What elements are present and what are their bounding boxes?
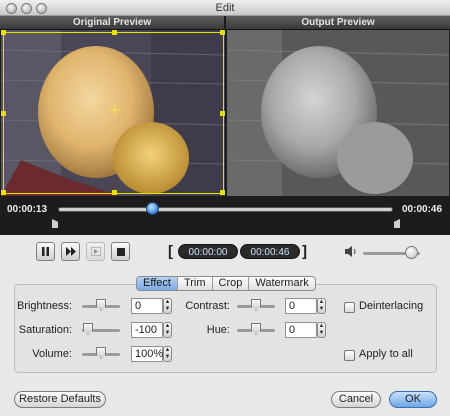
output-preview-image: [227, 30, 449, 196]
original-preview-image: [1, 30, 225, 196]
saturation-field[interactable]: -100: [131, 322, 163, 338]
tab-trim[interactable]: Trim: [178, 277, 213, 290]
apply-to-all-checkbox[interactable]: [344, 350, 355, 361]
original-preview-header: Original Preview: [0, 16, 224, 30]
volume-slider-knob[interactable]: [405, 246, 418, 259]
crop-handle-top[interactable]: [112, 30, 117, 35]
crop-handle-top-left[interactable]: [1, 30, 6, 35]
hue-label: Hue:: [206, 324, 230, 336]
stop-icon: [116, 247, 125, 256]
preview-area: Original Preview Output Preview 00:00:13…: [0, 16, 450, 235]
crop-handle-top-right[interactable]: [220, 30, 225, 35]
crop-handle-bottom[interactable]: [112, 190, 117, 195]
total-time: 00:00:46: [402, 204, 443, 215]
crop-handle-bottom-left[interactable]: [1, 190, 6, 195]
timeline-scrubber[interactable]: [58, 207, 393, 212]
fast-forward-button[interactable]: [61, 242, 80, 261]
set-end-button[interactable]: ]: [302, 243, 307, 260]
current-time: 00:00:13: [7, 204, 48, 215]
saturation-label: Saturation:: [18, 324, 72, 336]
brightness-label: Brightness:: [16, 300, 72, 312]
contrast-stepper[interactable]: ▲ ▼: [317, 298, 326, 314]
volume-field[interactable]: 100%: [131, 346, 163, 362]
apply-to-all-label: Apply to all: [359, 348, 413, 360]
volume-icon: [345, 246, 356, 257]
timeline-playhead[interactable]: [145, 202, 159, 215]
end-time-field[interactable]: 00:00:46: [240, 244, 300, 259]
start-time-field[interactable]: 00:00:00: [178, 244, 238, 259]
crop-handle-bottom-right[interactable]: [220, 190, 225, 195]
pause-icon: [42, 247, 49, 256]
output-preview-photo: [227, 30, 449, 196]
next-frame-button[interactable]: [86, 242, 105, 261]
contrast-label: Contrast:: [185, 300, 230, 312]
tab-effect[interactable]: Effect: [137, 277, 178, 290]
restore-defaults-button[interactable]: Restore Defaults: [14, 391, 106, 408]
tab-watermark[interactable]: Watermark: [249, 277, 314, 290]
crop-rectangle[interactable]: [1, 30, 225, 195]
cancel-button[interactable]: Cancel: [331, 391, 381, 408]
crop-handle-left[interactable]: [1, 111, 6, 116]
contrast-field[interactable]: 0: [285, 298, 317, 314]
window-titlebar: Edit: [0, 0, 450, 16]
fast-forward-icon: [65, 247, 76, 256]
pause-button[interactable]: [36, 242, 55, 261]
set-start-button[interactable]: [: [168, 243, 173, 260]
deinterlacing-checkbox[interactable]: [344, 302, 355, 313]
crop-handle-right[interactable]: [220, 111, 225, 116]
output-preview-header: Output Preview: [226, 16, 450, 30]
brightness-field[interactable]: 0: [131, 298, 163, 314]
hue-stepper[interactable]: ▲ ▼: [317, 322, 326, 338]
volume-label: Volume:: [32, 348, 72, 360]
volume-stepper[interactable]: ▲ ▼: [163, 346, 172, 362]
ok-button[interactable]: OK: [389, 391, 437, 408]
window-title: Edit: [215, 2, 235, 14]
deinterlacing-label: Deinterlacing: [359, 300, 424, 312]
hue-field[interactable]: 0: [285, 322, 317, 338]
tab-crop[interactable]: Crop: [213, 277, 250, 290]
next-frame-icon: [90, 247, 101, 256]
edit-tabs: Effect Trim Crop Watermark: [136, 276, 316, 291]
stop-button[interactable]: [111, 242, 130, 261]
